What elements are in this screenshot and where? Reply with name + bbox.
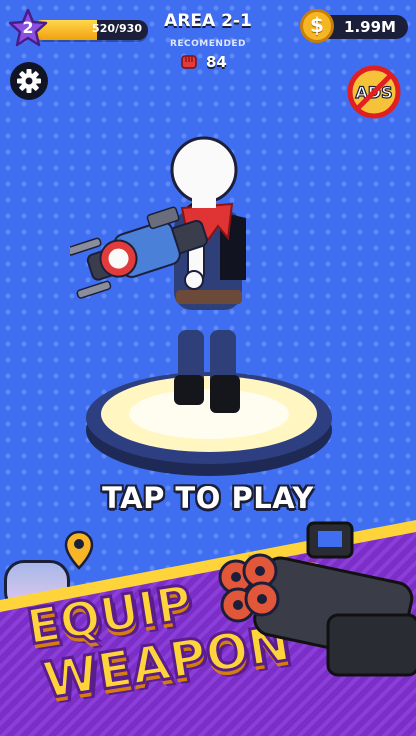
area-title: AREA 2-1 (164, 11, 252, 31)
recommended-power-value: 84 (206, 53, 227, 71)
coin-counter[interactable]: 1.99M $ (300, 9, 408, 43)
player-character (70, 136, 246, 413)
xp-bar: 520/930 (32, 20, 148, 40)
xp-text: 520/930 (92, 22, 142, 35)
gear-icon (17, 69, 41, 93)
settings-button[interactable] (10, 62, 48, 100)
coin-icon: $ (300, 9, 334, 43)
coin-amount: 1.99M (344, 18, 396, 36)
no-ads-icon: ADS (347, 65, 401, 119)
map-pin-icon[interactable] (64, 530, 94, 570)
fist-icon (181, 55, 197, 69)
no-ads-button[interactable]: ADS (346, 64, 402, 120)
recommended-label: RECOMENDED (169, 39, 247, 49)
recommended-power: 84 (178, 52, 238, 72)
minigun-weapon-image (218, 521, 416, 677)
player-level: 2 (22, 18, 34, 37)
tap-to-play-button[interactable]: TAP TO PLAY (0, 481, 416, 515)
game-screen[interactable]: 520/930 2 AREA 2-1 RECOMENDED 84 1.99M $ (0, 0, 416, 736)
level-xp-widget: 520/930 2 (8, 8, 148, 48)
